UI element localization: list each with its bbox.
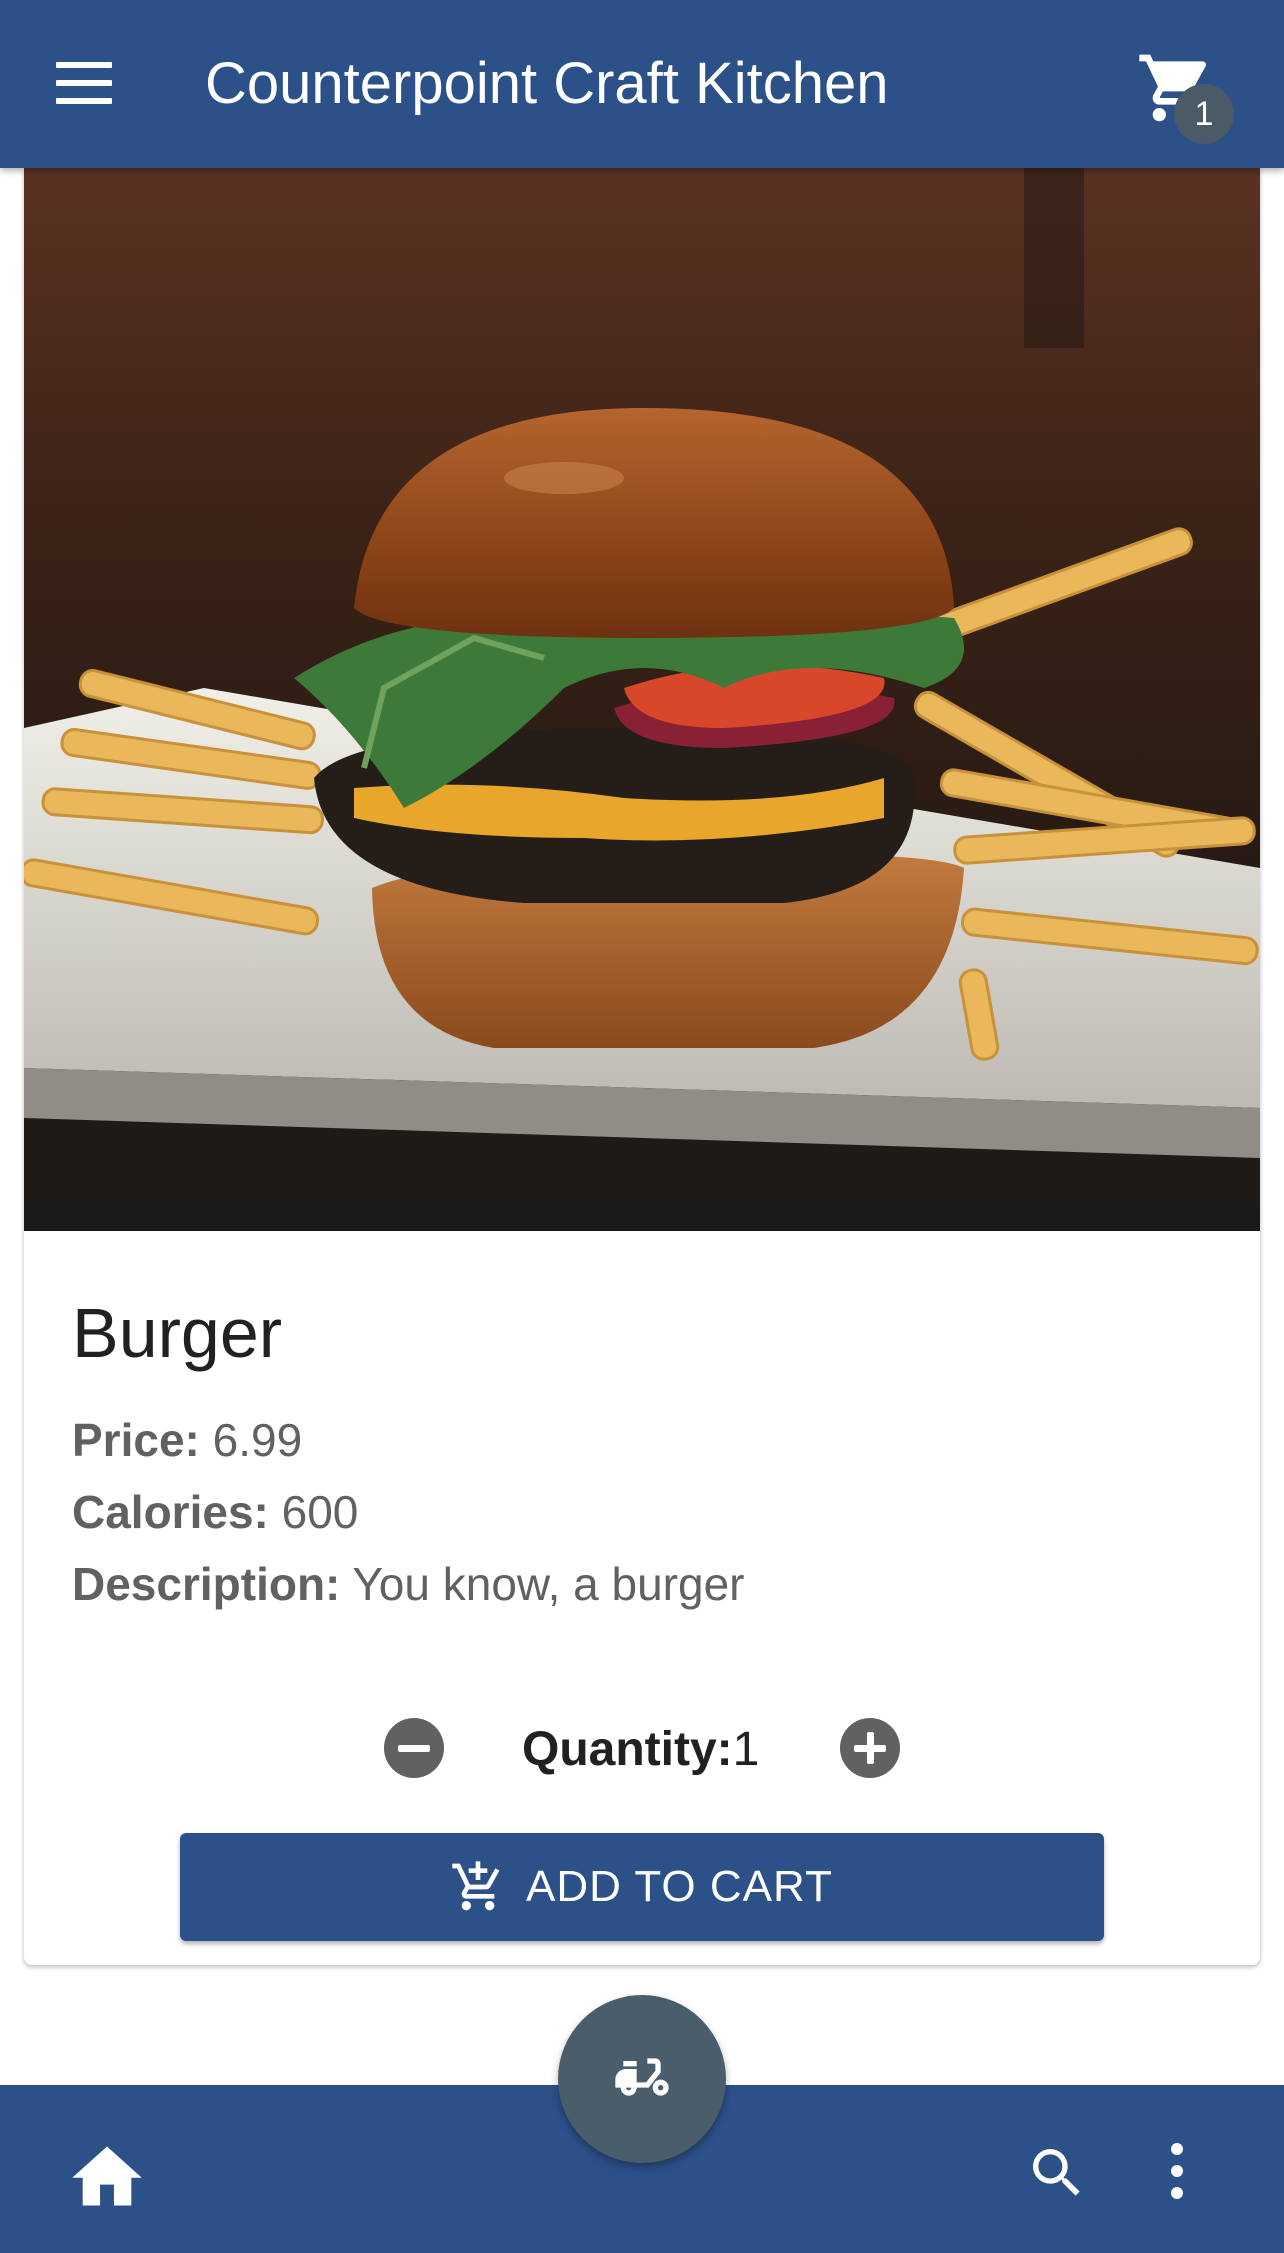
- description-line: Description: You know, a burger: [72, 1554, 744, 1614]
- cart-button[interactable]: 1: [1136, 48, 1236, 148]
- search-button[interactable]: [1025, 2141, 1089, 2205]
- plus-circle-icon-vertical: [867, 1732, 874, 1764]
- description-label: Description:: [72, 1558, 341, 1610]
- product-image: [24, 168, 1260, 1231]
- product-name: Burger: [72, 1294, 283, 1372]
- hamburger-menu-icon[interactable]: [50, 54, 118, 114]
- add-to-cart-label: ADD TO CART: [526, 1862, 833, 1911]
- cart-plus-icon: [452, 1861, 500, 1911]
- increment-quantity-button[interactable]: [840, 1718, 900, 1778]
- calories-line: Calories: 600: [72, 1482, 358, 1542]
- more-options-button[interactable]: [1162, 2143, 1192, 2203]
- calories-label: Calories:: [72, 1486, 269, 1538]
- quantity-label: Quantity:: [522, 1723, 733, 1776]
- delivery-fab[interactable]: [558, 1995, 726, 2163]
- cart-count-badge: 1: [1174, 84, 1234, 144]
- minus-circle-icon: [398, 1745, 430, 1752]
- description-value: You know, a burger: [352, 1558, 745, 1610]
- price-line: Price: 6.99: [72, 1410, 302, 1470]
- search-icon: [1033, 2149, 1080, 2196]
- app-bar: Counterpoint Craft Kitchen 1: [0, 0, 1284, 168]
- quantity-value: 1: [732, 1723, 760, 1776]
- decrement-quantity-button[interactable]: [384, 1718, 444, 1778]
- more-vertical-icon: [1162, 2143, 1192, 2199]
- product-card: Burger Price: 6.99 Calories: 600 Descrip…: [24, 168, 1260, 1965]
- quantity-display: Quantity:1: [522, 1720, 759, 1780]
- price-value: 6.99: [212, 1414, 303, 1466]
- add-to-cart-button[interactable]: ADD TO CART: [180, 1833, 1104, 1941]
- calories-value: 600: [281, 1486, 359, 1538]
- app-title: Counterpoint Craft Kitchen: [205, 51, 889, 116]
- home-icon: [72, 2146, 142, 2206]
- price-label: Price:: [72, 1414, 200, 1466]
- delivery-scooter-icon: [615, 2058, 669, 2096]
- home-button[interactable]: [72, 2143, 142, 2209]
